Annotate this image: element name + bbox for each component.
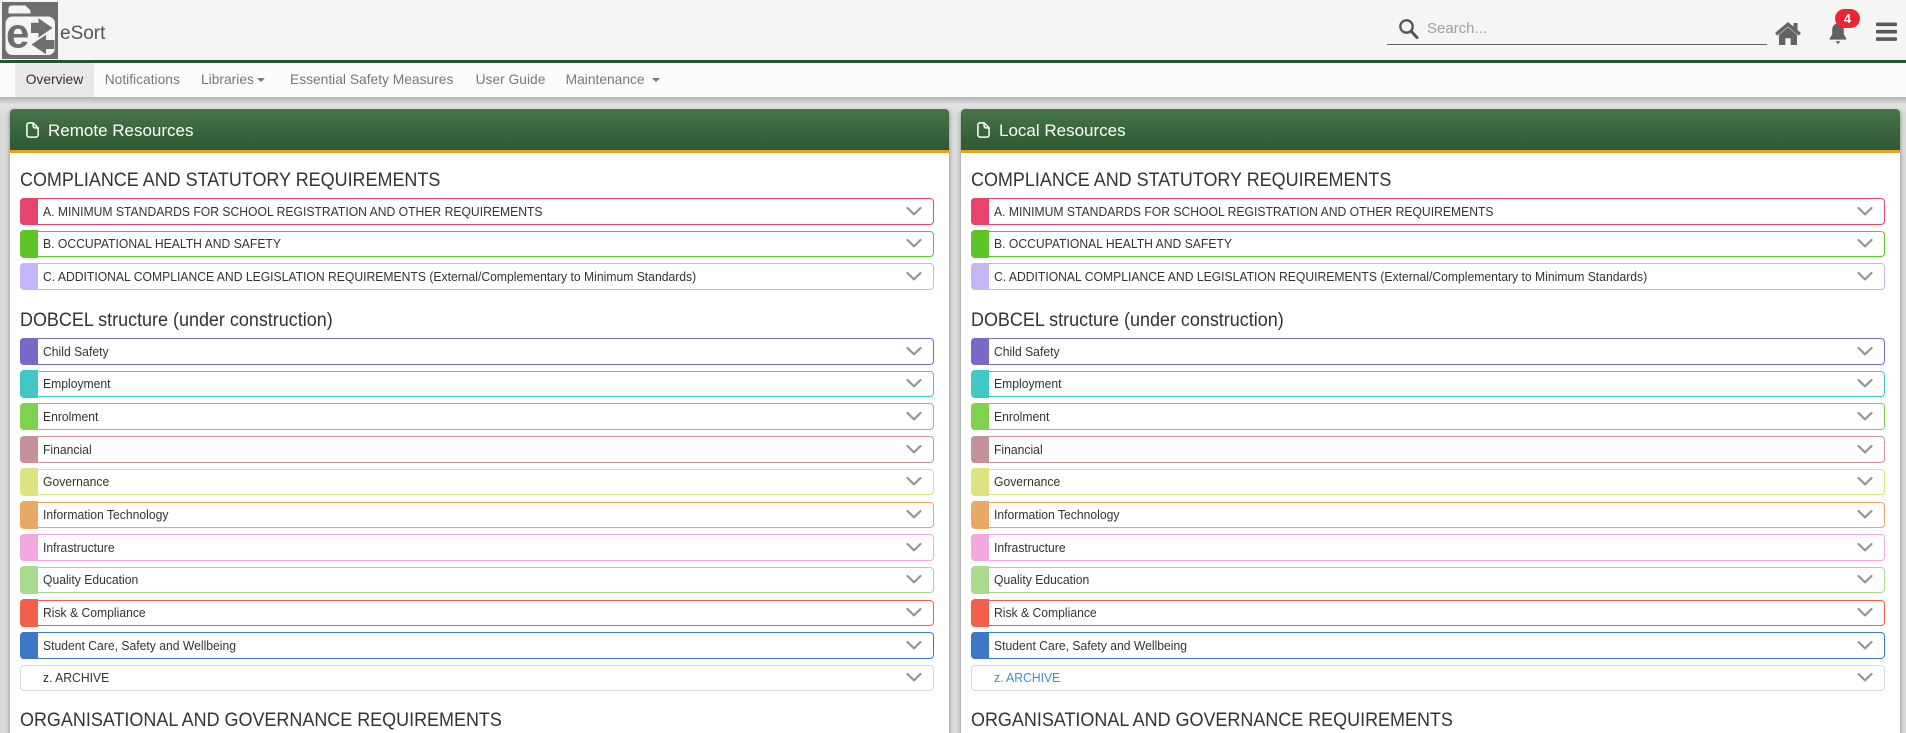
- svg-text:e: e: [6, 10, 29, 57]
